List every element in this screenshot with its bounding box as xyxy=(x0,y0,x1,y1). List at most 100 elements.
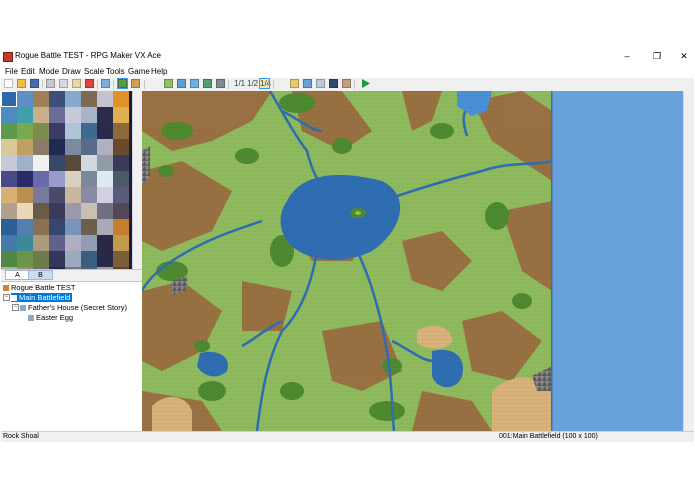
tileset-tile[interactable] xyxy=(1,187,17,203)
tileset-tile[interactable] xyxy=(1,203,17,219)
tileset-tile[interactable] xyxy=(49,139,65,155)
layer-event-icon[interactable] xyxy=(131,79,140,88)
tileset-tile[interactable] xyxy=(33,219,49,235)
tileset-tile[interactable] xyxy=(17,219,33,235)
tileset-tile[interactable] xyxy=(17,139,33,155)
tileset-tile[interactable] xyxy=(97,203,113,219)
tileset-tile[interactable] xyxy=(81,235,97,251)
delete-icon[interactable] xyxy=(85,79,94,88)
zoom-1-2-icon[interactable]: 1/2 xyxy=(247,79,258,88)
tileset-tile[interactable] xyxy=(17,187,33,203)
minimize-icon[interactable]: – xyxy=(617,50,637,63)
layer-map-icon[interactable] xyxy=(117,78,128,89)
tileset-tile[interactable] xyxy=(81,251,97,267)
playtest-icon[interactable] xyxy=(361,79,370,88)
tileset-tile[interactable] xyxy=(49,235,65,251)
tileset-tile[interactable] xyxy=(97,139,113,155)
collapse-icon[interactable]: − xyxy=(3,294,10,301)
menu-tools[interactable]: Tools xyxy=(106,67,125,76)
tileset-tile[interactable] xyxy=(65,155,81,171)
tileset-tile[interactable] xyxy=(113,123,129,139)
tileset-tile[interactable] xyxy=(33,107,49,123)
tab-a[interactable]: A xyxy=(5,270,30,280)
close-icon[interactable]: ✕ xyxy=(674,50,694,63)
tileset-tile[interactable] xyxy=(113,155,129,171)
menu-draw[interactable]: Draw xyxy=(62,67,81,76)
tileset-tile[interactable] xyxy=(1,235,17,251)
tileset-tile[interactable] xyxy=(81,219,97,235)
tileset-tile[interactable] xyxy=(1,139,17,155)
tileset-tile[interactable] xyxy=(49,91,65,107)
tileset-tile[interactable] xyxy=(33,123,49,139)
tileset-tile[interactable] xyxy=(65,203,81,219)
tileset-tile[interactable] xyxy=(49,171,65,187)
tileset-tile[interactable] xyxy=(49,251,65,267)
tileset-tile[interactable] xyxy=(65,187,81,203)
resource-manager-icon[interactable] xyxy=(303,79,312,88)
tileset-tile[interactable] xyxy=(65,235,81,251)
menu-mode[interactable]: Mode xyxy=(39,67,59,76)
tileset-tile[interactable] xyxy=(97,171,113,187)
tileset-tile[interactable] xyxy=(33,91,49,107)
tileset-tile[interactable] xyxy=(97,235,113,251)
tileset-tile[interactable] xyxy=(1,91,17,107)
tileset-tile[interactable] xyxy=(65,219,81,235)
tileset-tile[interactable] xyxy=(113,91,129,107)
tileset-tile[interactable] xyxy=(81,155,97,171)
tileset-tile[interactable] xyxy=(49,107,65,123)
tileset-tile[interactable] xyxy=(17,91,33,107)
rectangle-icon[interactable] xyxy=(177,79,186,88)
tileset-tile[interactable] xyxy=(1,171,17,187)
tileset-tile[interactable] xyxy=(97,107,113,123)
tileset-tile[interactable] xyxy=(17,203,33,219)
tileset-tile[interactable] xyxy=(17,123,33,139)
tileset-tile[interactable] xyxy=(81,171,97,187)
tileset-tile[interactable] xyxy=(1,107,17,123)
save-icon[interactable] xyxy=(30,79,39,88)
tileset-tile[interactable] xyxy=(113,139,129,155)
tileset-tile[interactable] xyxy=(49,219,65,235)
tileset-tile[interactable] xyxy=(113,235,129,251)
map-scrollbar[interactable] xyxy=(683,91,694,431)
tileset-tile[interactable] xyxy=(17,251,33,267)
tileset-tile[interactable] xyxy=(81,139,97,155)
tileset-tile[interactable] xyxy=(33,251,49,267)
open-project-icon[interactable] xyxy=(17,79,26,88)
tileset-tile[interactable] xyxy=(1,123,17,139)
copy-icon[interactable] xyxy=(59,79,68,88)
tileset-tile[interactable] xyxy=(65,91,81,107)
map-render[interactable] xyxy=(142,91,691,431)
cut-icon[interactable] xyxy=(46,79,55,88)
tileset-tile[interactable] xyxy=(49,187,65,203)
tileset-tile[interactable] xyxy=(17,155,33,171)
menu-edit[interactable]: Edit xyxy=(21,67,35,76)
tileset-tile[interactable] xyxy=(81,123,97,139)
new-project-icon[interactable] xyxy=(4,79,13,88)
tileset-tile[interactable] xyxy=(33,155,49,171)
tileset-tile[interactable] xyxy=(81,91,97,107)
tileset-palette[interactable] xyxy=(1,91,132,269)
map-canvas[interactable] xyxy=(142,91,691,431)
tileset-tile[interactable] xyxy=(97,251,113,267)
tab-b[interactable]: B xyxy=(28,270,53,280)
tileset-tile[interactable] xyxy=(113,187,129,203)
tileset-tile[interactable] xyxy=(49,203,65,219)
maximize-icon[interactable]: ❐ xyxy=(647,50,667,63)
tileset-tile[interactable] xyxy=(17,235,33,251)
script-editor-icon[interactable] xyxy=(316,79,325,88)
tileset-tile[interactable] xyxy=(1,155,17,171)
tileset-tile[interactable] xyxy=(113,251,129,267)
tileset-tile[interactable] xyxy=(113,203,129,219)
tileset-tile[interactable] xyxy=(1,251,17,267)
tileset-tile[interactable] xyxy=(97,219,113,235)
tileset-tile[interactable] xyxy=(81,107,97,123)
tileset-tile[interactable] xyxy=(33,203,49,219)
sound-test-icon[interactable] xyxy=(329,79,338,88)
tileset-tile[interactable] xyxy=(49,155,65,171)
zoom-1-4-icon[interactable]: 1/4 xyxy=(259,78,271,89)
tree-item-main-battlefield[interactable]: Main Battlefield xyxy=(11,293,73,302)
character-generator-icon[interactable] xyxy=(342,79,351,88)
tileset-tile[interactable] xyxy=(113,107,129,123)
collapse-icon[interactable]: − xyxy=(12,304,19,311)
tileset-tile[interactable] xyxy=(65,139,81,155)
